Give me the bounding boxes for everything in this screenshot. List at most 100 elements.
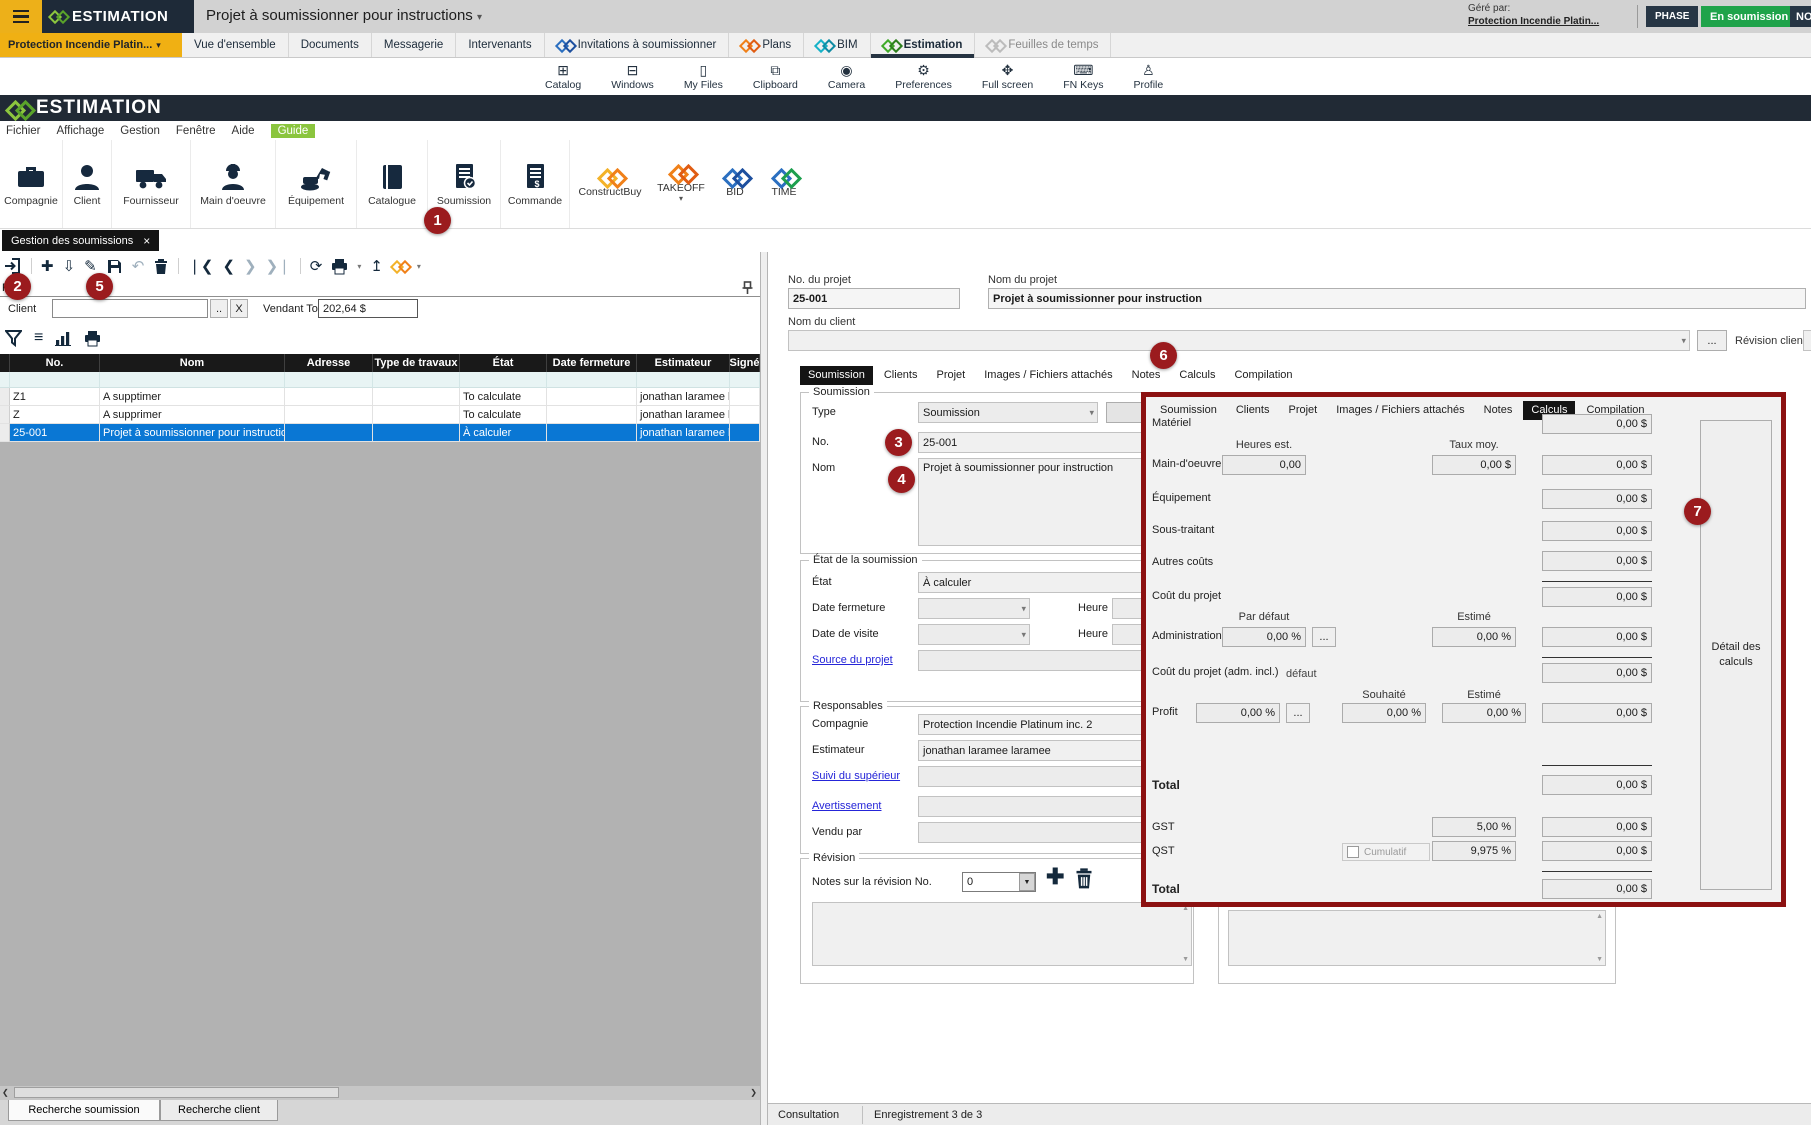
profit-defaut-field[interactable]: 0,00 % [1196,703,1280,723]
tab-feuilles-de-temps[interactable]: Feuilles de temps [975,33,1111,57]
project-context-tab[interactable]: Protection Incendie Platin... ▾ [0,33,182,57]
scrollbar-thumb[interactable] [14,1087,339,1098]
col-etat[interactable]: État [460,354,547,372]
tab-messagerie[interactable]: Messagerie [372,33,456,57]
revision-notes-textarea[interactable]: ▲ ▼ [812,902,1192,966]
save-icon[interactable] [106,258,123,275]
table-row-cell[interactable] [547,388,637,406]
table-row-cell[interactable]: jonathan laramee la [637,406,730,424]
admin-estime-field[interactable]: 0,00 % [1432,627,1516,647]
tab-calculs[interactable]: Calculs [1171,366,1223,385]
filter-cell[interactable] [285,372,373,388]
filter-cell[interactable] [373,372,460,388]
detail-calculs-button[interactable]: Détail des calculs [1700,420,1772,890]
select-dropdown-button[interactable]: ▼ [1019,873,1035,891]
table-row-cell-selected[interactable] [373,424,460,442]
type-combobox[interactable]: Soumission▾ [918,402,1098,423]
tab-bim[interactable]: BIM [804,33,870,57]
catalogue-button[interactable]: Catalogue [357,140,428,228]
filter-cell[interactable] [460,372,547,388]
table-row-cell[interactable] [285,388,373,406]
col-estimateur[interactable]: Estimateur [637,354,730,372]
scroll-right-icon[interactable]: ❯ [750,1088,757,1097]
doc-tab-gestion-soumissions[interactable]: Gestion des soumissions × [2,230,159,251]
undo-icon[interactable]: ↶ [132,259,145,274]
managed-by-link[interactable]: Protection Incendie Platin... [1468,16,1599,27]
source-projet-link[interactable]: Source du projet [812,654,893,666]
notes-button[interactable]: NOTE [1790,6,1811,27]
main-heures-field[interactable]: 0,00 [1222,455,1306,475]
table-row-cell[interactable]: A supprimer [100,406,285,424]
cumulatif-checkbox-group[interactable]: Cumulatif [1342,843,1430,861]
my-files-button[interactable]: ▯My Files [684,57,723,95]
refresh-icon[interactable]: ⟳ [310,259,323,274]
compagnie-field[interactable]: Protection Incendie Platinum inc. 2 [918,714,1148,735]
project-title-dropdown[interactable]: Projet à soumissionner pour instructions… [206,7,482,24]
equipement-button[interactable]: Équipement [276,140,357,228]
table-row-cell[interactable] [730,406,760,424]
add-icon[interactable]: ✚ [41,259,54,274]
col-adresse[interactable]: Adresse [285,354,373,372]
search-strip[interactable]: Rech [0,280,760,297]
time-button[interactable]: TIME [758,140,810,228]
catalog-button[interactable]: ⊞Catalog [545,57,581,95]
table-row-cell-selected[interactable] [730,424,760,442]
rows-icon[interactable]: ≡ [34,330,43,346]
filter-cell[interactable] [547,372,637,388]
windows-button[interactable]: ⊟Windows [611,57,654,95]
vendu-par-field[interactable] [918,822,1148,843]
source-projet-field[interactable] [918,650,1148,671]
client-button[interactable]: Client [63,140,112,228]
chevron-down-icon[interactable]: ▾ [417,262,421,271]
table-row-cell-selected[interactable]: À calculer [460,424,547,442]
menu-fenetre[interactable]: Fenêtre [176,125,216,137]
tab-recherche-client[interactable]: Recherche client [160,1100,278,1121]
tab-images-fichiers[interactable]: Images / Fichiers attachés [1328,401,1472,420]
no-field[interactable]: 25-001 [918,432,1148,453]
table-row-cell[interactable] [730,388,760,406]
tab-vue-densemble[interactable]: Vue d'ensemble [182,33,289,57]
table-row-cell-selected[interactable]: 25-001 [10,424,100,442]
hamburger-menu-icon[interactable] [0,0,42,33]
date-visite-combobox[interactable]: ▾ [918,624,1030,645]
tab-notes[interactable]: Notes [1476,401,1521,420]
table-row-cell[interactable] [373,388,460,406]
row-selector[interactable] [0,388,10,406]
profit-souhaite-field[interactable]: 0,00 % [1342,703,1426,723]
table-row-cell[interactable] [285,406,373,424]
tab-clients[interactable]: Clients [1228,401,1278,420]
client-input[interactable] [52,299,208,318]
etat-field[interactable]: À calculer [918,572,1148,593]
delete-icon[interactable] [153,258,169,275]
table-row-cell[interactable]: Z [10,406,100,424]
filter-cell[interactable] [100,372,285,388]
commande-button[interactable]: $ Commande [501,140,570,228]
panel-splitter[interactable] [760,252,768,1125]
avertissement-link[interactable]: Avertissement [812,800,882,812]
chart-icon[interactable] [55,331,72,346]
fn-keys-button[interactable]: ⌨FN Keys [1063,57,1103,95]
qst-pct-field[interactable]: 9,975 % [1432,841,1516,861]
nom-textarea[interactable]: Projet à soumissionner pour instruction [918,458,1148,546]
client-more-button[interactable]: ... [1697,330,1727,351]
col-date-fermeture[interactable]: Date fermeture [547,354,637,372]
scroll-up-icon[interactable]: ▲ [1596,913,1603,920]
delete-revision-icon[interactable] [1074,868,1094,890]
add-revision-icon[interactable]: ✚ [1046,866,1064,888]
table-row-cell[interactable]: To calculate [460,388,547,406]
col-nom[interactable]: Nom [100,354,285,372]
scroll-down-icon[interactable]: ▼ [1182,956,1189,963]
table-row-cell[interactable]: jonathan laramee la [637,388,730,406]
col-signe[interactable]: Signé [730,354,760,372]
scroll-left-icon[interactable]: ❮ [2,1088,9,1097]
client-lookup-button[interactable]: .. [210,299,228,318]
takeoff-button[interactable]: TAKEOFF ▾ [650,140,712,228]
brand-diamonds-icon[interactable] [392,261,408,272]
print-icon[interactable] [84,330,101,347]
tab-projet[interactable]: Projet [928,366,973,385]
profile-button[interactable]: ♙Profile [1133,57,1163,95]
fournisseur-button[interactable]: Fournisseur [112,140,191,228]
close-icon[interactable]: × [143,234,150,248]
filter-cell[interactable] [0,372,10,388]
date-fermeture-combobox[interactable]: ▾ [918,598,1030,619]
